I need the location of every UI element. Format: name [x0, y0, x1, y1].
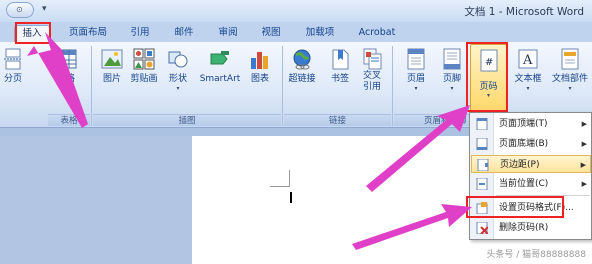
watermark: 头条号 / 猫哥88888888	[486, 250, 586, 260]
annotation-arrows	[27, 32, 472, 250]
annotation-arrow-icon	[27, 32, 88, 128]
annotation-arrow-icon	[366, 105, 470, 192]
annotation-arrow-icon	[352, 204, 472, 250]
